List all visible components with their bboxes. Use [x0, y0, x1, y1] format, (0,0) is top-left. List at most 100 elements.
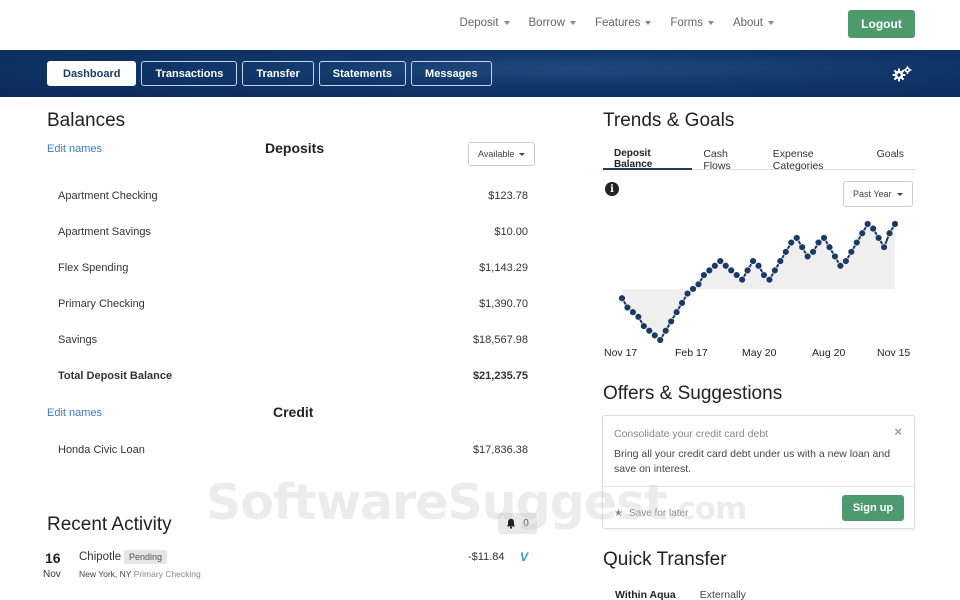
caret-down-icon: [707, 21, 714, 25]
chart-data-point[interactable]: [634, 313, 643, 321]
chart-data-point[interactable]: [743, 266, 752, 275]
tab-statements[interactable]: Statements: [318, 61, 407, 86]
chart-data-point[interactable]: [814, 238, 823, 247]
chart-data-point[interactable]: [661, 327, 670, 335]
chart-data-point[interactable]: [656, 336, 664, 343]
chart-data-point[interactable]: [700, 271, 708, 279]
nav-features[interactable]: Features: [595, 17, 652, 29]
notification-badge[interactable]: 0: [498, 513, 537, 534]
edit-names-deposits-link[interactable]: Edit names: [47, 143, 102, 155]
logout-button[interactable]: Logout: [848, 10, 915, 38]
chart-data-point[interactable]: [874, 234, 883, 242]
edit-names-credit-link[interactable]: Edit names: [47, 407, 102, 419]
chart-data-point[interactable]: [771, 266, 779, 275]
trends-tabs: Deposit Balance Cash Flows Expense Categ…: [603, 141, 915, 172]
chart-data-point[interactable]: [749, 257, 757, 265]
deposits-title: Deposits: [265, 140, 325, 156]
recent-activity-title: Recent Activity: [47, 514, 172, 535]
chart-data-point[interactable]: [738, 275, 746, 284]
chart-data-point[interactable]: [716, 257, 724, 265]
chart-data-point[interactable]: [885, 229, 894, 237]
chart-data-point[interactable]: [711, 262, 719, 270]
chart-data-point[interactable]: [803, 252, 812, 261]
chart-data-point[interactable]: [623, 303, 632, 312]
time-range-dropdown[interactable]: Past Year: [843, 181, 913, 207]
tab-deposit-balance[interactable]: Deposit Balance: [603, 141, 693, 170]
chart-data-point[interactable]: [689, 285, 697, 293]
activity-merchant[interactable]: Chipotle: [79, 551, 121, 563]
chart-data-point[interactable]: [667, 317, 675, 326]
tab-transactions[interactable]: Transactions: [141, 61, 238, 86]
chart-data-point[interactable]: [782, 248, 790, 256]
star-icon: ★: [614, 508, 623, 519]
top-bar: Deposit Borrow Features Forms About Logo…: [0, 0, 960, 50]
chart-data-point[interactable]: [645, 327, 653, 335]
x-tick-label: Aug 20: [812, 347, 846, 359]
chart-data-point[interactable]: [809, 248, 817, 256]
close-icon[interactable]: ×: [894, 424, 902, 439]
tab-externally[interactable]: Externally: [688, 587, 758, 600]
chart-data-point[interactable]: [847, 248, 856, 256]
chart-data-point[interactable]: [672, 308, 681, 316]
caret-down-icon: [569, 21, 576, 25]
tab-within-aqua[interactable]: Within Aqua: [603, 587, 688, 600]
chart-data-point[interactable]: [836, 262, 845, 270]
chart-data-point[interactable]: [793, 234, 801, 242]
chart-data-point[interactable]: [678, 299, 686, 307]
nav-about[interactable]: About: [733, 17, 774, 29]
chart-data-point[interactable]: [776, 257, 785, 265]
balance-type-dropdown[interactable]: Available: [468, 142, 536, 166]
account-row[interactable]: Primary Checking $1,390.70: [58, 298, 528, 310]
tab-messages[interactable]: Messages: [411, 61, 492, 86]
chart-data-point[interactable]: [683, 289, 692, 298]
chart-data-point[interactable]: [765, 275, 774, 284]
chart-data-point[interactable]: [842, 257, 850, 265]
settings-gear-icon[interactable]: [892, 65, 912, 83]
chart-data-point[interactable]: [705, 266, 714, 275]
chart-data-point[interactable]: [798, 243, 806, 251]
info-icon[interactable]: i: [605, 182, 619, 196]
account-row[interactable]: Flex Spending $1,143.29: [58, 262, 528, 274]
chart-data-point[interactable]: [864, 220, 872, 228]
chart-data-point[interactable]: [694, 280, 703, 289]
chart-data-point[interactable]: [640, 322, 648, 330]
chart-data-point[interactable]: [858, 229, 866, 237]
chart-data-point[interactable]: [820, 234, 828, 242]
activity-month: Nov: [43, 569, 61, 580]
tab-cash-flows[interactable]: Cash Flows: [692, 141, 761, 172]
activity-day: 16: [45, 550, 61, 566]
chart-data-point[interactable]: [760, 271, 768, 279]
account-row[interactable]: Apartment Checking $123.78: [58, 190, 528, 202]
offer-divider: [603, 486, 914, 487]
deposit-balance-chart: [618, 220, 899, 343]
main-tab-bar: Dashboard Transactions Transfer Statemen…: [0, 50, 960, 97]
save-for-later-link[interactable]: ★ Save for later: [614, 508, 688, 519]
account-row[interactable]: Savings $18,567.98: [58, 334, 528, 346]
chart-data-point[interactable]: [880, 243, 888, 251]
account-row[interactable]: Apartment Savings $10.00: [58, 226, 528, 238]
tab-expense-categories[interactable]: Expense Categories: [762, 141, 866, 172]
venmo-icon: V: [520, 550, 529, 564]
chart-data-point[interactable]: [722, 262, 730, 270]
nav-borrow[interactable]: Borrow: [529, 17, 576, 29]
chart-data-point[interactable]: [891, 220, 899, 228]
main-tabs: Dashboard Transactions Transfer Statemen…: [47, 61, 492, 86]
chart-data-point[interactable]: [618, 294, 626, 302]
chart-data-point[interactable]: [727, 266, 735, 275]
tab-transfer[interactable]: Transfer: [242, 61, 314, 86]
chart-data-point[interactable]: [787, 238, 795, 247]
chart-data-point[interactable]: [732, 271, 741, 279]
nav-deposit[interactable]: Deposit: [460, 17, 510, 29]
sign-up-button[interactable]: Sign up: [842, 495, 904, 521]
chart-data-point[interactable]: [831, 252, 839, 261]
chart-data-point[interactable]: [651, 331, 659, 340]
chart-data-point[interactable]: [853, 238, 861, 247]
credit-account-row[interactable]: Honda Civic Loan $17,836.38: [58, 444, 528, 456]
chart-data-point[interactable]: [825, 243, 834, 251]
chart-data-point[interactable]: [629, 308, 637, 316]
chart-data-point[interactable]: [754, 262, 763, 270]
nav-forms[interactable]: Forms: [670, 17, 714, 29]
chart-data-point[interactable]: [869, 224, 877, 233]
tab-goals[interactable]: Goals: [866, 141, 915, 170]
tab-dashboard[interactable]: Dashboard: [47, 61, 137, 86]
